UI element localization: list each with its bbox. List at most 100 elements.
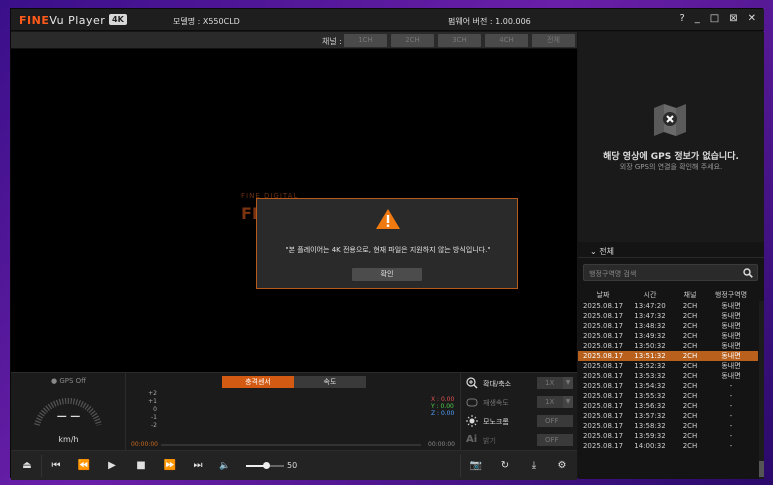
cell-region: - [729, 422, 733, 430]
fullscreen-button[interactable]: ⊠ [729, 13, 737, 24]
chevron-down-icon: ▼ [563, 377, 573, 389]
monochrome-toggle[interactable]: OFF [537, 415, 573, 427]
cell-time: 13:49:32 [634, 332, 666, 340]
volume-icon[interactable]: 🔈 [216, 457, 234, 475]
video-area[interactable]: 채널 : 1CH 2CH 3CH 4CH 전체 FINE DIGITAL FIN… [11, 32, 577, 372]
cell-region: - [729, 442, 733, 450]
file-list-panel: ⌄ 전체 행정구역명 검색 날짜 시간 채널 행정구역명 2025.08.17 1… [578, 242, 764, 479]
dialog-message: "본 플레이어는 4K 전용으로, 현재 파일은 지원하지 않는 방식입니다." [285, 246, 491, 254]
no-gps-map-icon [654, 104, 686, 136]
cell-channel: 2CH [682, 432, 698, 440]
cell-region: 동내면 [721, 342, 741, 350]
table-row[interactable]: 2025.08.17 13:49:32 2CH 동내면 [578, 331, 758, 341]
table-row[interactable]: 2025.08.17 13:48:32 2CH 동내면 [578, 321, 758, 331]
table-row[interactable]: 2025.08.17 13:56:32 2CH - [578, 401, 758, 411]
cell-date: 2025.08.17 [582, 372, 624, 380]
table-row[interactable]: 2025.08.17 13:58:32 2CH - [578, 421, 758, 431]
play-icon[interactable]: ▶ [103, 457, 121, 475]
cell-date: 2025.08.17 [582, 302, 624, 310]
table-row[interactable]: 2025.08.17 13:52:32 2CH 동내면 [578, 361, 758, 371]
region-search-input[interactable]: 행정구역명 검색 [583, 264, 758, 281]
cell-region: 동내면 [721, 352, 741, 360]
model-name: 모델명 : X550CLD [173, 17, 240, 26]
window-controls: ? _ □ ⊠ ✕ [679, 13, 756, 24]
ok-button[interactable]: 확인 [352, 268, 422, 281]
volume-value: 50 [287, 461, 298, 470]
zoom-label: 확대/축소 [483, 380, 512, 388]
playback-control-bar: ⏏ ⏮ ⏪ ▶ ■ ⏩ ⏭ 🔈 50 📷 ↻ ⤓ ⚙ [11, 450, 577, 480]
next-file-icon[interactable]: ⏭ [189, 457, 207, 475]
y-label: +1 [148, 398, 157, 405]
eject-icon[interactable]: ⏏ [18, 457, 36, 475]
ai-brightness-toggle[interactable]: OFF [537, 434, 573, 446]
camera-icon[interactable]: 📷 [467, 457, 485, 475]
table-row[interactable]: 2025.08.17 13:55:32 2CH - [578, 391, 758, 401]
cell-date: 2025.08.17 [582, 312, 624, 320]
app-window: FINEVu Player 2.0 4K 모델명 : X550CLD 펌웨어 버… [10, 8, 764, 480]
fast-forward-icon[interactable]: ⏩ [161, 457, 179, 475]
cell-time: 13:50:32 [634, 342, 666, 350]
channel-2ch-button[interactable]: 2CH [391, 34, 434, 47]
minimize-button[interactable]: _ [695, 13, 700, 24]
folder-all-toggle[interactable]: ⌄ 전체 [578, 242, 764, 258]
monochrome-label: 모노크롬 [483, 418, 509, 426]
download-icon[interactable]: ⤓ [525, 457, 543, 475]
header-date[interactable]: 날짜 [578, 290, 624, 301]
help-button[interactable]: ? [679, 13, 684, 24]
cell-time: 14:00:32 [634, 442, 666, 450]
channel-1ch-button[interactable]: 1CH [344, 34, 387, 47]
gear-icon[interactable]: ⚙ [553, 457, 571, 475]
channel-3ch-button[interactable]: 3CH [438, 34, 481, 47]
cell-region: 동내면 [721, 362, 741, 370]
table-row[interactable]: 2025.08.17 13:50:32 2CH 동내면 [578, 341, 758, 351]
file-list-scrollbar[interactable] [759, 301, 764, 479]
scrollbar-thumb[interactable] [759, 461, 764, 477]
divider [460, 455, 461, 477]
y-label: -1 [151, 414, 157, 421]
close-button[interactable]: ✕ [748, 13, 756, 24]
header-channel[interactable]: 채널 [676, 290, 704, 301]
maximize-button[interactable]: □ [710, 13, 719, 24]
option-ai-brightness: Ai 밝기 OFF [461, 432, 578, 450]
playback-speed-select[interactable]: 1X ▼ [537, 396, 573, 408]
cell-date: 2025.08.17 [582, 442, 624, 450]
cell-time: 13:54:32 [634, 382, 666, 390]
stop-icon[interactable]: ■ [132, 457, 150, 475]
header-time[interactable]: 시간 [624, 290, 676, 301]
table-row[interactable]: 2025.08.17 13:51:32 2CH 동내면 [578, 351, 758, 361]
table-row[interactable]: 2025.08.17 13:59:32 2CH - [578, 431, 758, 441]
previous-file-icon[interactable]: ⏮ [47, 457, 65, 475]
playback-speed-label: 재생속도 [483, 399, 509, 407]
volume-knob[interactable] [263, 462, 270, 469]
cell-channel: 2CH [682, 382, 698, 390]
table-row[interactable]: 2025.08.17 14:00:32 2CH - [578, 441, 758, 451]
channel-4ch-button[interactable]: 4CH [485, 34, 528, 47]
table-row[interactable]: 2025.08.17 13:53:32 2CH 동내면 [578, 371, 758, 381]
tab-speed[interactable]: 속도 [294, 376, 366, 388]
table-row[interactable]: 2025.08.17 13:54:32 2CH - [578, 381, 758, 391]
cell-time: 13:58:32 [634, 422, 666, 430]
volume-slider[interactable] [246, 462, 284, 469]
chevron-down-icon: ▼ [563, 396, 573, 408]
table-row[interactable]: 2025.08.17 13:47:32 2CH 동내면 [578, 311, 758, 321]
time-start: 00:00:00 [131, 441, 158, 448]
cell-time: 13:56:32 [634, 402, 666, 410]
rotate-icon[interactable]: ↻ [496, 457, 514, 475]
zoom-select[interactable]: 1X ▼ [537, 377, 573, 389]
4k-badge: 4K [109, 14, 127, 25]
channel-all-button[interactable]: 전체 [532, 34, 575, 47]
channel-bar: 채널 : 1CH 2CH 3CH 4CH 전체 [11, 32, 577, 49]
cell-date: 2025.08.17 [582, 422, 624, 430]
table-row[interactable]: 2025.08.17 13:57:32 2CH - [578, 411, 758, 421]
speed-unit: km/h [58, 435, 79, 444]
search-icon[interactable] [743, 268, 753, 278]
timeline-slider[interactable] [161, 444, 421, 446]
cell-channel: 2CH [682, 322, 698, 330]
cell-channel: 2CH [682, 372, 698, 380]
z-readout: Z : 0.00 [431, 410, 455, 417]
cell-time: 13:51:32 [634, 352, 666, 360]
tab-impact-sensor[interactable]: 충격센서 [222, 376, 294, 388]
header-region[interactable]: 행정구역명 [704, 290, 758, 301]
rewind-icon[interactable]: ⏪ [75, 457, 93, 475]
table-row[interactable]: 2025.08.17 13:47:20 2CH 동내면 [578, 301, 758, 311]
